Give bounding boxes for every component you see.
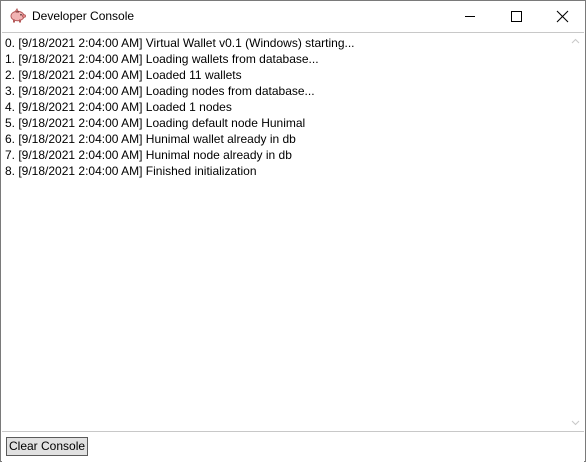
minimize-icon bbox=[465, 16, 475, 17]
window-title: Developer Console bbox=[32, 9, 135, 23]
log-line: 6. [9/18/2021 2:04:00 AM] Hunimal wallet… bbox=[5, 132, 296, 146]
log-line: 5. [9/18/2021 2:04:00 AM] Loading defaul… bbox=[5, 116, 306, 130]
minimize-button[interactable] bbox=[447, 1, 493, 31]
log-line: 4. [9/18/2021 2:04:00 AM] Loaded 1 nodes bbox=[5, 100, 232, 114]
log-line: 7. [9/18/2021 2:04:00 AM] Hunimal node a… bbox=[5, 148, 292, 162]
console-log-list: 0. [9/18/2021 2:04:00 AM] Virtual Wallet… bbox=[5, 35, 355, 179]
log-line: 8. [9/18/2021 2:04:00 AM] Finished initi… bbox=[5, 164, 257, 178]
console-log-area[interactable]: 0. [9/18/2021 2:04:00 AM] Virtual Wallet… bbox=[2, 32, 584, 431]
close-icon bbox=[556, 10, 569, 23]
vertical-scrollbar[interactable] bbox=[567, 33, 584, 431]
maximize-icon bbox=[511, 11, 522, 22]
close-button[interactable] bbox=[539, 1, 585, 31]
maximize-button[interactable] bbox=[493, 1, 539, 31]
scroll-up-arrow-icon[interactable] bbox=[567, 33, 584, 50]
log-line: 3. [9/18/2021 2:04:00 AM] Loading nodes … bbox=[5, 84, 315, 98]
log-line: 1. [9/18/2021 2:04:00 AM] Loading wallet… bbox=[5, 52, 319, 66]
piggy-bank-icon bbox=[9, 7, 26, 23]
bottom-toolbar: Clear Console bbox=[2, 431, 584, 462]
log-line: 2. [9/18/2021 2:04:00 AM] Loaded 11 wall… bbox=[5, 68, 242, 82]
log-line: 0. [9/18/2021 2:04:00 AM] Virtual Wallet… bbox=[5, 36, 355, 50]
scroll-down-arrow-icon[interactable] bbox=[567, 414, 584, 431]
title-bar[interactable]: Developer Console bbox=[1, 1, 585, 32]
clear-console-button[interactable]: Clear Console bbox=[6, 437, 89, 456]
developer-console-window: Developer Console 0. [9/18/2021 2:04:00 … bbox=[0, 0, 586, 462]
